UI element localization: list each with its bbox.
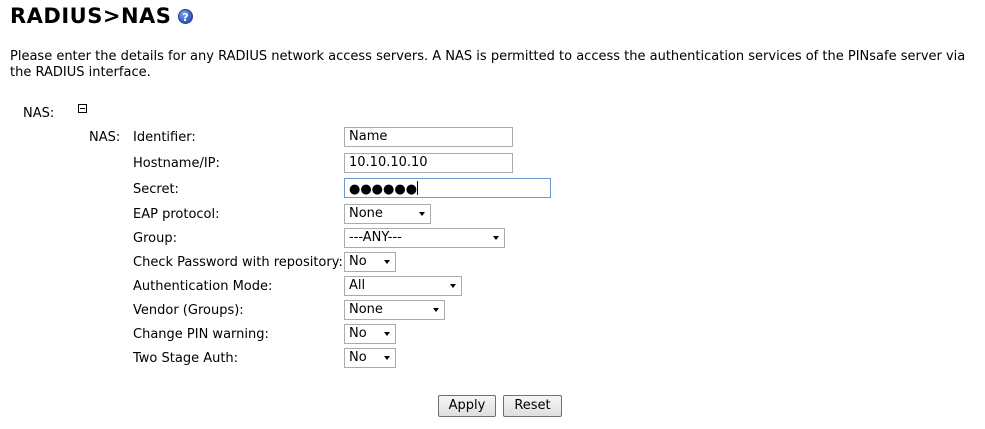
chevron-down-icon	[384, 356, 390, 360]
check-password-value: No	[349, 254, 367, 269]
auth-mode-select[interactable]: All	[344, 276, 462, 296]
chevron-down-icon	[419, 212, 425, 216]
chevron-down-icon	[433, 308, 439, 312]
secret-label: Secret:	[133, 182, 179, 197]
identifier-label: Identifier:	[133, 130, 196, 145]
group-value: ---ANY---	[349, 230, 402, 245]
hostname-field[interactable]: 10.10.10.10	[344, 153, 513, 173]
nas-section-label: NAS:	[23, 106, 55, 121]
two-stage-label: Two Stage Auth:	[133, 351, 239, 366]
eap-protocol-select[interactable]: None	[344, 204, 431, 224]
hostname-label: Hostname/IP:	[133, 156, 220, 171]
auth-mode-label: Authentication Mode:	[133, 279, 273, 294]
check-password-label: Check Password with repository:	[133, 255, 343, 270]
collapse-icon[interactable]	[78, 104, 87, 113]
vendor-value: None	[349, 302, 383, 317]
change-pin-select[interactable]: No	[344, 324, 396, 344]
chevron-down-icon	[384, 260, 390, 264]
vendor-select[interactable]: None	[344, 300, 445, 320]
chevron-down-icon	[493, 236, 499, 240]
secret-value: ●●●●●●	[349, 182, 418, 197]
apply-button[interactable]: Apply	[438, 395, 496, 417]
group-select[interactable]: ---ANY---	[344, 228, 505, 248]
group-label: Group:	[133, 231, 177, 246]
intro-text: Please enter the details for any RADIUS …	[10, 49, 966, 80]
nas-inner-label: NAS:	[89, 130, 121, 145]
two-stage-value: No	[349, 350, 367, 365]
chevron-down-icon	[450, 284, 456, 288]
secret-field[interactable]: ●●●●●●	[344, 178, 551, 198]
auth-mode-value: All	[349, 278, 366, 293]
page-title: RADIUS>NAS	[10, 4, 172, 28]
two-stage-select[interactable]: No	[344, 348, 396, 368]
help-icon[interactable]: ?	[178, 9, 193, 24]
text-caret	[417, 181, 419, 195]
change-pin-label: Change PIN warning:	[133, 327, 269, 342]
change-pin-value: No	[349, 326, 367, 341]
eap-protocol-value: None	[349, 206, 383, 221]
vendor-label: Vendor (Groups):	[133, 303, 244, 318]
chevron-down-icon	[384, 332, 390, 336]
eap-protocol-label: EAP protocol:	[133, 207, 220, 222]
identifier-field[interactable]: Name	[344, 127, 513, 147]
reset-button[interactable]: Reset	[503, 395, 562, 417]
check-password-select[interactable]: No	[344, 252, 396, 272]
